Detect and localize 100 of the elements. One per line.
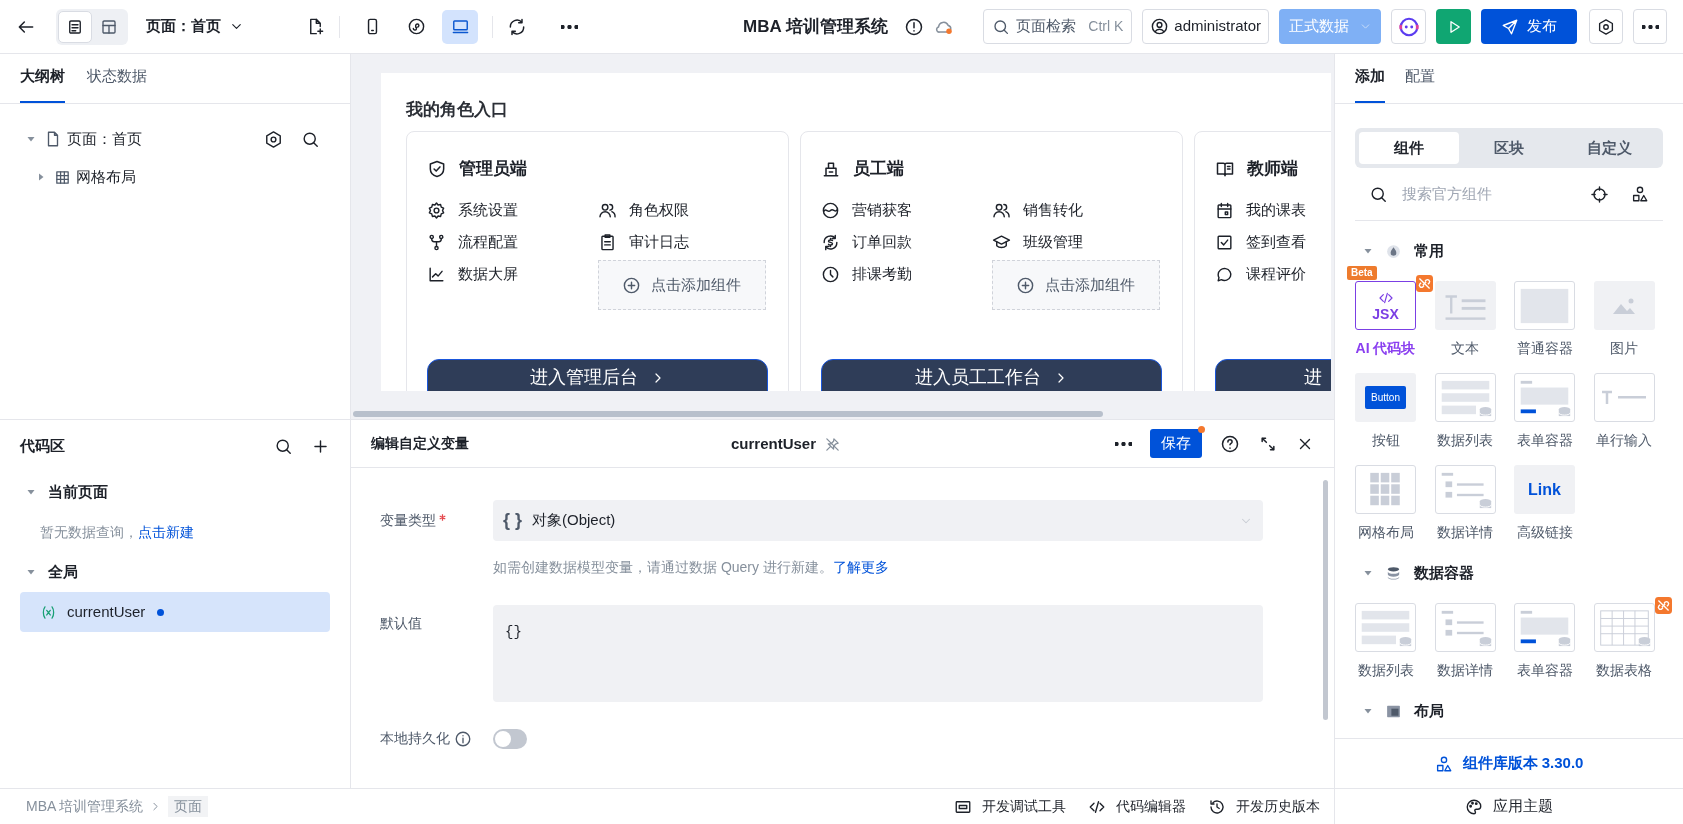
component-label[interactable]: 表单容器 [1516,660,1573,681]
settings-icon[interactable] [264,129,283,149]
group-title[interactable]: 数据容器 [1414,561,1474,585]
entry-link[interactable]: 营销获客 [852,198,912,222]
add-component-box[interactable]: 点击添加组件 [597,260,766,310]
type-select[interactable]: { } 对象(Object) [493,500,1263,541]
create-link[interactable]: 点击新建 [138,523,194,540]
refresh-icon[interactable] [507,16,527,37]
help-icon[interactable] [1220,433,1240,454]
component-thumbnail[interactable] [1434,465,1496,514]
component-label[interactable]: 普通容器 [1516,338,1573,359]
locate-icon[interactable] [1590,184,1609,204]
component-label[interactable]: 高级链接 [1516,522,1573,543]
more-icon[interactable] [1115,441,1132,446]
component-thumbnail[interactable] [1355,603,1416,652]
dev-tool-button[interactable]: 代码编辑器 [1088,796,1186,817]
component-label[interactable]: 文本 [1451,338,1479,359]
entry-link[interactable]: 我的课表 [1246,198,1306,222]
component-label[interactable]: 数据表格 [1596,660,1652,681]
search-icon[interactable] [274,436,293,456]
shapes-icon[interactable] [1631,185,1649,203]
group-title[interactable]: 布局 [1414,699,1444,723]
page-search-field[interactable]: 页面检索 Ctrl K [983,9,1133,44]
component-thumbnail[interactable] [1593,603,1655,652]
entry-link[interactable]: 角色权限 [628,198,689,222]
panel-tab[interactable]: 配置 [1405,64,1435,103]
vertical-scrollbar[interactable] [1323,480,1328,720]
component-label[interactable]: 表单容器 [1516,430,1573,451]
panel-tab[interactable]: 状态数据 [87,64,147,103]
entry-link[interactable]: 签到查看 [1246,230,1306,254]
settings-button[interactable] [1589,9,1623,44]
entry-link[interactable]: 订单回款 [852,230,912,254]
component-label[interactable]: 按钮 [1371,430,1400,451]
tree-item[interactable]: 页面：首页 [67,127,142,151]
segment-tab[interactable]: 区块 [1459,132,1559,164]
expand-caret-icon[interactable] [36,172,46,182]
component-label[interactable]: 数据列表 [1437,430,1493,451]
component-thumbnail[interactable] [1434,373,1496,422]
entry-link[interactable]: 数据大屏 [458,262,518,286]
theme-button[interactable]: 应用主题 [1465,795,1553,818]
user-button[interactable]: administrator [1142,9,1269,44]
component-thumbnail[interactable] [1514,281,1575,330]
entry-link[interactable]: 班级管理 [1022,230,1083,254]
group-title[interactable]: 常用 [1414,239,1444,263]
component-label[interactable]: 网格布局 [1357,522,1414,543]
expand-caret-icon[interactable] [26,134,36,144]
component-label[interactable]: 数据详情 [1437,660,1493,681]
variable-item[interactable]: currentUser [20,592,330,632]
component-label[interactable]: 数据列表 [1357,660,1414,681]
publish-button[interactable]: 发布 [1481,9,1577,44]
more-icon[interactable] [561,24,578,29]
component-thumbnail[interactable]: Link [1514,465,1575,514]
entry-link[interactable]: 课程评价 [1246,262,1306,286]
component-label[interactable]: 数据详情 [1437,522,1493,543]
component-thumbnail[interactable] [1514,373,1575,422]
entry-link[interactable]: 销售转化 [1022,198,1083,222]
section-caret-icon[interactable] [26,487,36,497]
component-thumbnail[interactable] [1355,465,1416,514]
library-version[interactable]: 组件库版本 3.30.0 [1462,752,1584,775]
section-title[interactable]: 全局 [48,560,78,584]
entry-link[interactable]: 排课考勤 [852,262,912,286]
entry-link[interactable]: 系统设置 [458,198,518,222]
component-label[interactable]: 图片 [1610,338,1638,359]
segment-tab[interactable]: 组件 [1359,132,1459,164]
component-thumbnail[interactable] [1434,603,1496,652]
entry-link[interactable]: 流程配置 [458,230,518,254]
horizontal-scrollbar[interactable] [353,411,1103,417]
dev-tool-button[interactable]: 开发历史版本 [1208,796,1320,817]
enter-button[interactable]: 进入员工工作台 [821,359,1162,391]
device-button[interactable] [442,9,478,44]
section-caret-icon[interactable] [26,567,36,577]
preview-button[interactable] [1436,9,1471,44]
info-icon[interactable] [903,17,924,37]
tree-item[interactable]: 网格布局 [76,165,136,189]
assistant-button[interactable] [1391,9,1426,44]
unpin-icon[interactable] [824,435,842,453]
component-thumbnail[interactable] [1514,603,1575,652]
component-label[interactable]: AI 代码块 [1355,338,1416,359]
more-button[interactable] [1633,9,1667,44]
group-caret-icon[interactable] [1363,246,1373,256]
learn-more-link[interactable]: 了解更多 [832,558,889,575]
segment-tab[interactable]: 自定义 [1559,132,1659,164]
enter-button[interactable]: 进入管理后台 [427,359,768,391]
code-editor[interactable]: {} [493,605,1263,702]
component-thumbnail[interactable]: Button [1355,373,1416,422]
component-thumbnail[interactable] [1434,281,1496,330]
dev-tool-button[interactable]: 开发调试工具 [954,796,1066,817]
component-label[interactable]: 单行输入 [1596,430,1652,451]
panel-tab[interactable]: 添加 [1355,64,1385,103]
panel-tab[interactable]: 大纲树 [20,64,65,103]
enter-button[interactable]: 进 [1215,359,1331,391]
group-caret-icon[interactable] [1363,568,1373,578]
entry-link[interactable]: 审计日志 [628,230,689,254]
search-icon[interactable] [301,129,320,149]
component-thumbnail[interactable]: JSX [1355,281,1416,330]
section-title[interactable]: 当前页面 [48,480,108,504]
component-thumbnail[interactable] [1593,373,1655,422]
page-selector[interactable]: 页面：首页 [146,15,244,38]
save-button[interactable]: 保存 [1150,429,1202,458]
component-thumbnail[interactable] [1593,281,1655,330]
